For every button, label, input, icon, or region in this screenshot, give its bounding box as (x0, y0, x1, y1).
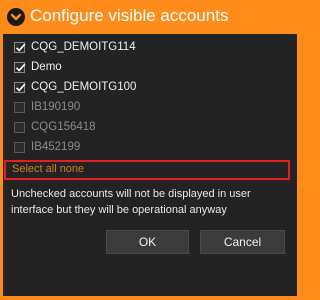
checkbox[interactable] (14, 41, 26, 53)
cancel-button[interactable]: Cancel (200, 230, 285, 254)
account-item[interactable]: CQG_DEMOITG114 (11, 37, 136, 57)
account-label: CQG_DEMOITG114 (31, 41, 136, 53)
account-item[interactable]: CQG156418 (11, 117, 136, 137)
account-label: CQG_DEMOITG100 (31, 81, 137, 93)
info-note: Unchecked accounts will not be displayed… (11, 188, 251, 216)
ok-button[interactable]: OK (106, 230, 189, 254)
account-label: IB190190 (31, 101, 81, 113)
account-label: IB452199 (31, 141, 81, 153)
account-label: Demo (31, 61, 62, 73)
account-item[interactable]: CQG_DEMOITG100 (11, 77, 136, 97)
checkbox[interactable] (14, 61, 26, 73)
dialog-title: Configure visible accounts (30, 6, 229, 25)
checkmark-icon (15, 83, 26, 92)
configure-accounts-dialog: Configure visible accounts CQG_DEMOITG11… (0, 0, 300, 300)
account-item[interactable]: Demo (11, 57, 136, 77)
checkbox[interactable] (14, 121, 25, 133)
checkbox[interactable] (14, 101, 25, 113)
checkbox[interactable] (14, 141, 25, 153)
checkmark-icon (15, 63, 26, 72)
account-item[interactable]: IB452199 (11, 137, 136, 157)
checkmark-icon (15, 43, 26, 52)
title-bar[interactable]: Configure visible accounts (0, 0, 300, 34)
checkbox[interactable] (14, 81, 26, 93)
account-item[interactable]: IB190190 (11, 97, 136, 117)
account-label: CQG156418 (31, 121, 96, 133)
accounts-list: CQG_DEMOITG114 Demo CQG_DEMOITG100 IB190… (11, 37, 136, 157)
app-logo-icon (7, 8, 25, 26)
select-all-none-link[interactable]: Select all none (12, 163, 84, 175)
